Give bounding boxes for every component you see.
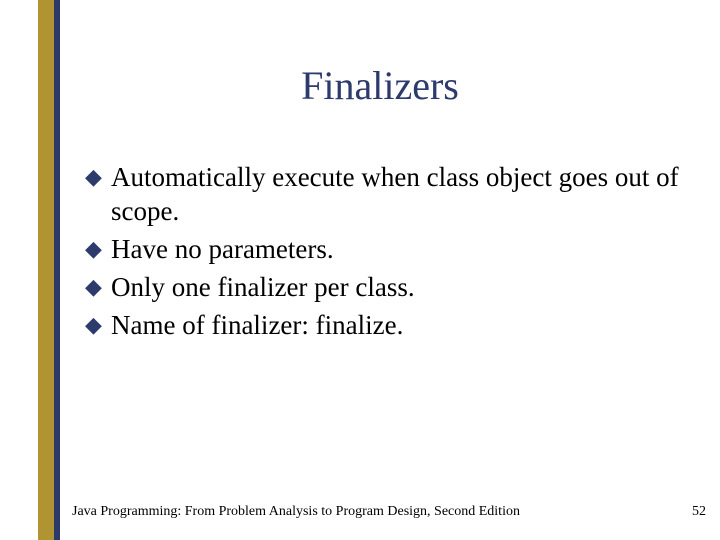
list-item: ◆ Automatically execute when class objec… bbox=[85, 160, 680, 228]
slide: Finalizers ◆ Automatically execute when … bbox=[0, 0, 720, 540]
slide-title: Finalizers bbox=[60, 62, 700, 109]
diamond-bullet-icon: ◆ bbox=[85, 308, 111, 342]
footer-source: Java Programming: From Problem Analysis … bbox=[72, 504, 520, 520]
list-item: ◆ Have no parameters. bbox=[85, 232, 680, 266]
list-item-text: Automatically execute when class object … bbox=[111, 160, 680, 228]
decorative-stripe-gold bbox=[38, 0, 54, 540]
list-item-text: Name of finalizer: finalize. bbox=[111, 308, 680, 342]
bullet-list: ◆ Automatically execute when class objec… bbox=[85, 160, 680, 346]
list-item: ◆ Name of finalizer: finalize. bbox=[85, 308, 680, 342]
list-item-text: Have no parameters. bbox=[111, 232, 680, 266]
diamond-bullet-icon: ◆ bbox=[85, 160, 111, 194]
diamond-bullet-icon: ◆ bbox=[85, 270, 111, 304]
page-number: 52 bbox=[692, 504, 706, 520]
diamond-bullet-icon: ◆ bbox=[85, 232, 111, 266]
list-item-text: Only one finalizer per class. bbox=[111, 270, 680, 304]
list-item: ◆ Only one finalizer per class. bbox=[85, 270, 680, 304]
